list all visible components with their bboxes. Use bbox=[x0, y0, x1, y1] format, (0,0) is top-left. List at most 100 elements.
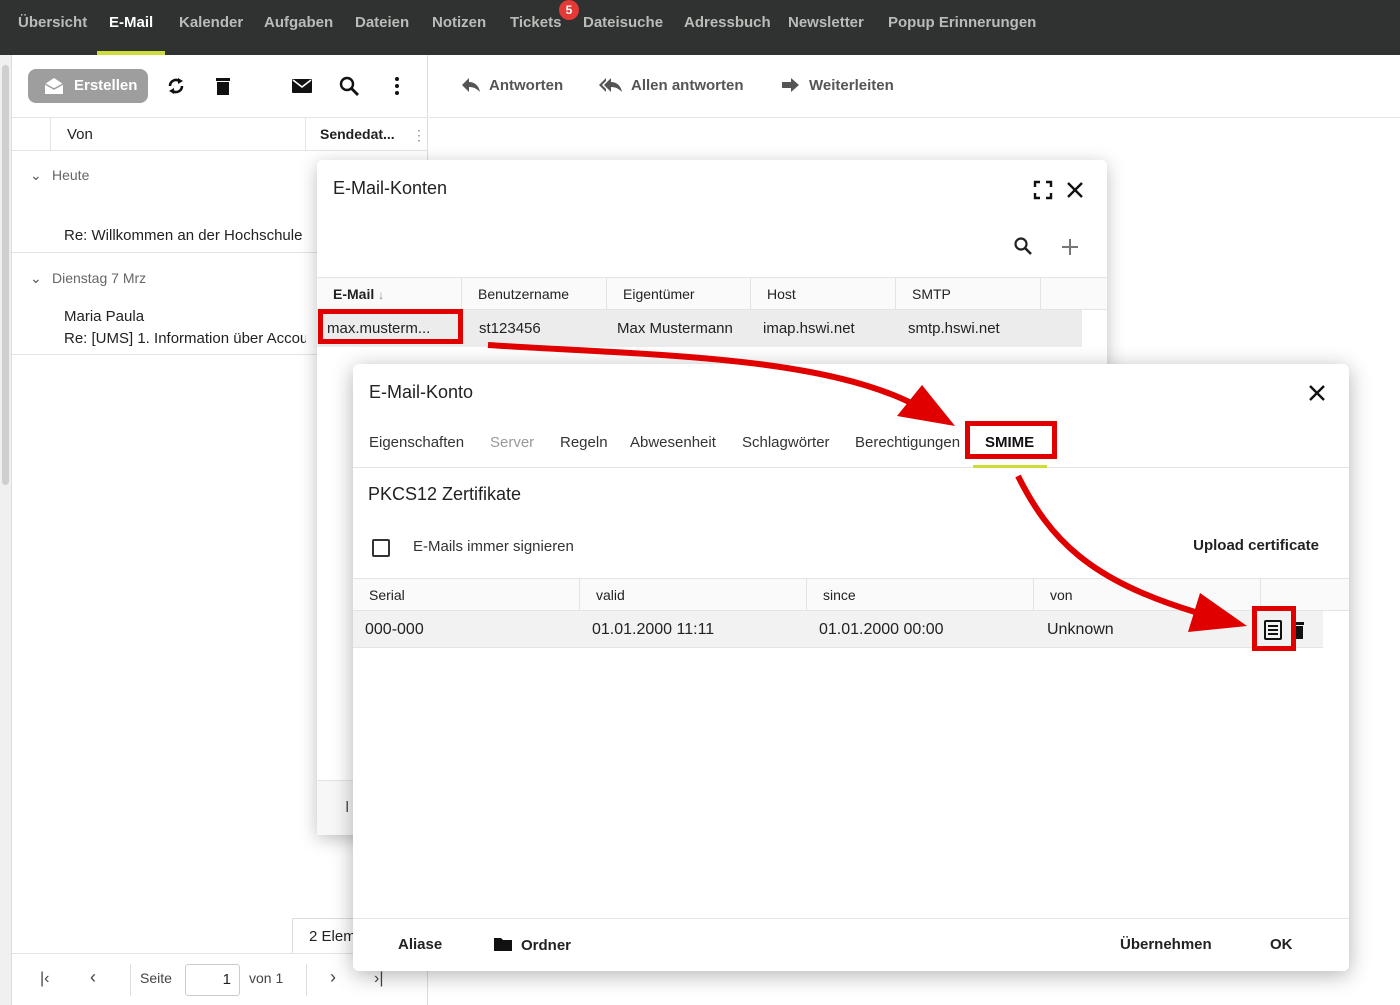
close-icon[interactable] bbox=[1065, 180, 1085, 200]
reading-pane-toolbar: Antworten Allen antworten Weiterleiten bbox=[429, 55, 1400, 118]
add-icon[interactable] bbox=[1060, 237, 1080, 257]
cert-since: 01.01.2000 00:00 bbox=[819, 621, 944, 638]
smime-section: PKCS12 Zertifikate E-Mails immer signier… bbox=[353, 468, 1349, 918]
left-scrollbar[interactable] bbox=[0, 55, 12, 1005]
forward-label: Weiterleiten bbox=[809, 77, 894, 94]
close-icon[interactable] bbox=[1307, 383, 1327, 403]
column-email[interactable]: E-Mail ↓ bbox=[317, 278, 462, 310]
next-page-icon[interactable]: › bbox=[330, 967, 336, 988]
sort-down-icon: ↓ bbox=[378, 288, 385, 302]
group-label: Heute bbox=[52, 167, 90, 183]
search-icon[interactable] bbox=[338, 75, 360, 97]
group-header-today[interactable]: ⌄ Heute bbox=[30, 167, 89, 184]
nav-item-popup-reminders[interactable]: Popup Erinnerungen bbox=[888, 0, 1036, 55]
footer-fragment-text: I bbox=[345, 799, 350, 816]
tab-absence[interactable]: Abwesenheit bbox=[630, 434, 716, 451]
reply-all-icon bbox=[599, 78, 622, 92]
nav-item-tickets[interactable]: Tickets bbox=[510, 0, 561, 55]
folders-label: Ordner bbox=[521, 937, 572, 954]
maximize-icon[interactable] bbox=[1033, 180, 1053, 200]
column-from[interactable]: von bbox=[1034, 579, 1261, 611]
mail-sender[interactable]: Maria Paula bbox=[64, 308, 306, 325]
tickets-badge: 5 bbox=[559, 0, 579, 20]
top-navigation: Übersicht E-Mail Kalender Aufgaben Datei… bbox=[0, 0, 1400, 55]
table-row[interactable]: 000-000 01.01.2000 11:11 01.01.2000 00:0… bbox=[353, 611, 1323, 648]
nav-item-files[interactable]: Dateien bbox=[355, 0, 409, 55]
email-account-dialog: E-Mail-Konto Eigenschaften Server Regeln… bbox=[353, 364, 1349, 971]
prev-page-icon[interactable]: ‹ bbox=[90, 967, 96, 988]
tab-tags[interactable]: Schlagwörter bbox=[742, 434, 830, 451]
tab-permissions[interactable]: Berechtigungen bbox=[855, 434, 960, 451]
upload-certificate-button[interactable]: Upload certificate bbox=[1193, 537, 1319, 554]
trash-icon[interactable] bbox=[1291, 620, 1305, 640]
column-owner[interactable]: Eigentümer bbox=[607, 278, 751, 310]
page-total-label: von 1 bbox=[249, 970, 284, 986]
tab-smime[interactable]: SMIME bbox=[985, 434, 1034, 451]
first-page-icon[interactable]: |‹ bbox=[40, 970, 49, 988]
last-page-icon[interactable]: ›| bbox=[374, 970, 383, 988]
nav-item-file-search[interactable]: Dateisuche bbox=[583, 0, 663, 55]
column-username[interactable]: Benutzername bbox=[462, 278, 607, 310]
group-header-tuesday[interactable]: ⌄ Dienstag 7 Mrz bbox=[30, 270, 146, 287]
forward-button[interactable]: Weiterleiten bbox=[781, 77, 894, 94]
nav-item-notes[interactable]: Notizen bbox=[432, 0, 486, 55]
forward-icon bbox=[782, 78, 799, 92]
reply-all-button[interactable]: Allen antworten bbox=[599, 77, 744, 94]
tab-server[interactable]: Server bbox=[490, 434, 534, 451]
nav-item-calendar[interactable]: Kalender bbox=[179, 0, 243, 55]
column-serial[interactable]: Serial bbox=[353, 579, 580, 611]
mail-subject[interactable]: Re: [UMS] 1. Information über Accour bbox=[64, 330, 306, 347]
column-host[interactable]: Host bbox=[751, 278, 896, 310]
accounts-table-header: E-Mail ↓ Benutzername Eigentümer Host SM… bbox=[317, 277, 1107, 310]
aliases-button[interactable]: Aliase bbox=[398, 936, 442, 953]
reply-button[interactable]: Antworten bbox=[461, 77, 563, 94]
dialog-title: E-Mail-Konto bbox=[369, 382, 474, 402]
trash-icon[interactable] bbox=[212, 75, 234, 97]
mail-subject[interactable]: Re: Willkommen an der Hochschule V bbox=[64, 227, 306, 244]
reply-icon bbox=[462, 78, 480, 92]
page-label: Seite bbox=[140, 970, 172, 986]
create-mail-label: Erstellen bbox=[74, 77, 138, 94]
account-tabs: Eigenschaften Server Regeln Abwesenheit … bbox=[353, 424, 1349, 468]
account-username: st123456 bbox=[479, 320, 541, 337]
folders-button[interactable]: Ordner bbox=[493, 936, 571, 954]
column-since[interactable]: since bbox=[807, 579, 1034, 611]
nav-item-address-book[interactable]: Adressbuch bbox=[684, 0, 771, 55]
envelope-icon[interactable] bbox=[291, 75, 313, 97]
nav-item-newsletter[interactable]: Newsletter bbox=[788, 0, 864, 55]
folder-icon bbox=[494, 938, 512, 951]
nav-item-tasks[interactable]: Aufgaben bbox=[264, 0, 333, 55]
nav-item-email[interactable]: E-Mail bbox=[96, 0, 166, 55]
nav-item-overview[interactable]: Übersicht bbox=[18, 0, 87, 55]
column-from[interactable]: Von bbox=[50, 118, 306, 151]
column-send-date[interactable]: Sendedat... bbox=[320, 118, 395, 151]
more-vertical-icon[interactable] bbox=[386, 75, 408, 97]
account-owner: Max Mustermann bbox=[617, 320, 733, 337]
page-number-input[interactable]: 1 bbox=[185, 964, 240, 996]
account-smtp: smtp.hswi.net bbox=[908, 320, 1000, 337]
search-icon[interactable] bbox=[1013, 236, 1033, 256]
column-valid[interactable]: valid bbox=[580, 579, 807, 611]
cert-table-header: Serial valid since von bbox=[353, 578, 1349, 611]
table-row[interactable]: max.musterm... st123456 Max Mustermann i… bbox=[317, 310, 1082, 347]
tab-properties[interactable]: Eigenschaften bbox=[369, 434, 464, 451]
tab-rules[interactable]: Regeln bbox=[560, 434, 608, 451]
account-host: imap.hswi.net bbox=[763, 320, 855, 337]
reply-all-label: Allen antworten bbox=[631, 77, 744, 94]
account-email[interactable]: max.musterm... bbox=[327, 310, 457, 347]
group-label: Dienstag 7 Mrz bbox=[52, 270, 147, 286]
apply-button[interactable]: Übernehmen bbox=[1120, 936, 1212, 953]
section-title: PKCS12 Zertifikate bbox=[368, 484, 522, 504]
cert-from: Unknown bbox=[1047, 621, 1114, 638]
details-icon[interactable] bbox=[1264, 620, 1282, 640]
always-sign-checkbox[interactable] bbox=[372, 539, 390, 557]
dialog-footer-fragment: I bbox=[317, 780, 357, 835]
chevron-down-icon: ⌄ bbox=[30, 167, 42, 183]
column-smtp[interactable]: SMTP bbox=[896, 278, 1041, 310]
ok-button[interactable]: OK bbox=[1270, 936, 1293, 953]
mail-toolbar: Erstellen bbox=[12, 55, 428, 118]
refresh-icon[interactable] bbox=[165, 75, 187, 97]
column-menu-icon[interactable]: ⋮ bbox=[412, 127, 426, 144]
scrollbar-thumb[interactable] bbox=[2, 65, 9, 485]
create-mail-button[interactable]: Erstellen bbox=[28, 69, 148, 103]
